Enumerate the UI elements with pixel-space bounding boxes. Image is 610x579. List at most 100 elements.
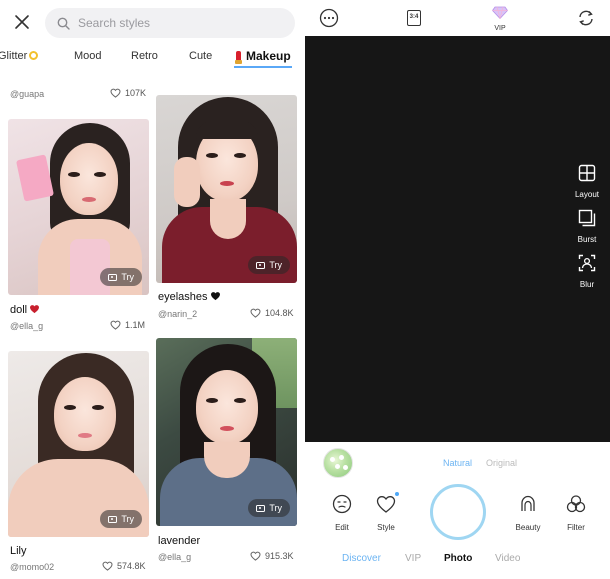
mode-natural[interactable]: Natural — [443, 458, 472, 468]
card-title: Lily — [10, 545, 27, 557]
glitter-ring-icon — [29, 51, 39, 60]
beauty-label: Beauty — [515, 523, 541, 532]
filter-label: Filter — [567, 523, 585, 532]
camera-icon — [256, 504, 266, 512]
edit-label: Edit — [335, 523, 349, 532]
try-label: Try — [121, 272, 134, 282]
tab-cute[interactable]: Cute — [189, 50, 212, 62]
beauty-icon — [521, 495, 535, 511]
new-indicator-dot — [395, 492, 399, 496]
photo-hand — [174, 157, 200, 207]
photo-face — [196, 370, 258, 444]
photo-eye — [234, 398, 246, 403]
tab-mood[interactable]: Mood — [74, 50, 102, 62]
gallery-thumbnail[interactable] — [323, 448, 353, 478]
like-count: 915.3K — [265, 551, 294, 561]
photo-lips — [220, 181, 234, 186]
style-card-eyelashes[interactable]: Try — [156, 95, 297, 283]
like-count: 104.8K — [265, 308, 294, 318]
search-input[interactable]: Search styles — [45, 8, 295, 38]
camera-controls: Natural Original Edit Style Beauty Filte… — [305, 442, 610, 579]
tab-glitter-label: Glitter — [0, 50, 28, 62]
nav-vip[interactable]: VIP — [405, 553, 421, 564]
photo-lips — [82, 197, 96, 202]
search-placeholder: Search styles — [78, 16, 151, 30]
try-button[interactable]: Try — [100, 268, 142, 286]
like-count: 107K — [125, 88, 147, 98]
filter-button[interactable]: Filter — [559, 494, 593, 532]
like-button[interactable]: 574.8K — [102, 561, 146, 571]
card-title: lavender — [158, 535, 201, 547]
card-title-text: eyelashes — [158, 291, 208, 303]
card-author: @momo02 — [10, 562, 55, 572]
try-label: Try — [121, 514, 134, 524]
photo-neck — [210, 199, 246, 239]
photo-top — [70, 239, 110, 295]
card-author: @guapa — [10, 89, 45, 99]
tab-makeup-label: Makeup — [246, 49, 291, 63]
try-button[interactable]: Try — [248, 256, 290, 274]
camera-icon — [108, 515, 118, 523]
style-card-lavender[interactable]: Try — [156, 338, 297, 526]
tab-glitter[interactable]: Glitter — [0, 50, 39, 62]
like-button[interactable]: 104.8K — [250, 308, 294, 318]
photo-eye — [68, 172, 80, 177]
search-icon — [57, 17, 70, 30]
vip-button[interactable]: VIP — [489, 6, 511, 32]
try-label: Try — [269, 260, 282, 270]
try-button[interactable]: Try — [248, 499, 290, 517]
card-author: @narin_2 — [158, 309, 198, 319]
beauty-button[interactable]: Beauty — [511, 494, 545, 532]
burst-icon — [578, 209, 596, 227]
style-card-lily[interactable]: Try — [8, 351, 149, 537]
shutter-button[interactable] — [430, 484, 486, 540]
photo-eye — [206, 398, 218, 403]
switch-camera-icon[interactable] — [577, 9, 595, 27]
layout-label: Layout — [574, 190, 600, 199]
heart-icon — [110, 320, 121, 330]
style-button[interactable]: Style — [369, 492, 403, 532]
heart-icon — [250, 308, 261, 318]
blur-label: Blur — [579, 280, 595, 289]
tab-retro[interactable]: Retro — [131, 50, 158, 62]
burst-button[interactable]: Burst — [572, 209, 602, 244]
photo-lips — [78, 433, 92, 438]
aspect-ratio-button[interactable]: 3:4 — [407, 10, 421, 26]
photo-eye — [94, 172, 106, 177]
try-label: Try — [269, 503, 282, 513]
nav-discover[interactable]: Discover — [342, 553, 381, 564]
photo-lips — [220, 426, 234, 431]
like-button[interactable]: 1.1M — [110, 320, 145, 330]
photo-bangs — [196, 121, 258, 139]
more-options-icon[interactable] — [319, 8, 339, 28]
layout-icon — [578, 164, 596, 182]
close-icon[interactable] — [13, 13, 31, 31]
edit-icon — [332, 494, 352, 514]
like-count: 574.8K — [117, 561, 146, 571]
black-heart-icon — [210, 292, 220, 301]
gallery-topbar: Search styles — [0, 0, 305, 44]
diamond-icon — [491, 6, 509, 20]
style-category-tabs: Glitter Mood Retro Cute Makeup — [0, 44, 305, 70]
edit-button[interactable]: Edit — [325, 494, 359, 532]
try-button[interactable]: Try — [100, 510, 142, 528]
nav-photo[interactable]: Photo — [444, 553, 472, 564]
like-button[interactable]: 915.3K — [250, 551, 294, 561]
camera-icon — [108, 273, 118, 281]
style-icon — [376, 496, 396, 513]
like-count: 1.1M — [125, 320, 146, 330]
photo-eye — [92, 405, 104, 410]
photo-eye — [64, 405, 76, 410]
style-card-doll[interactable]: Try — [8, 119, 149, 295]
photo-eye — [206, 153, 218, 158]
blur-button[interactable]: Blur — [572, 254, 602, 289]
camera-viewfinder[interactable]: Layout Burst Blur — [305, 36, 610, 442]
red-heart-icon — [30, 305, 40, 314]
photo-eye — [234, 153, 246, 158]
mode-original[interactable]: Original — [486, 458, 517, 468]
nav-video[interactable]: Video — [495, 553, 520, 564]
like-button[interactable]: 107K — [110, 88, 146, 98]
heart-icon — [250, 551, 261, 561]
tab-makeup[interactable]: Makeup — [235, 49, 291, 64]
layout-button[interactable]: Layout — [572, 164, 602, 199]
